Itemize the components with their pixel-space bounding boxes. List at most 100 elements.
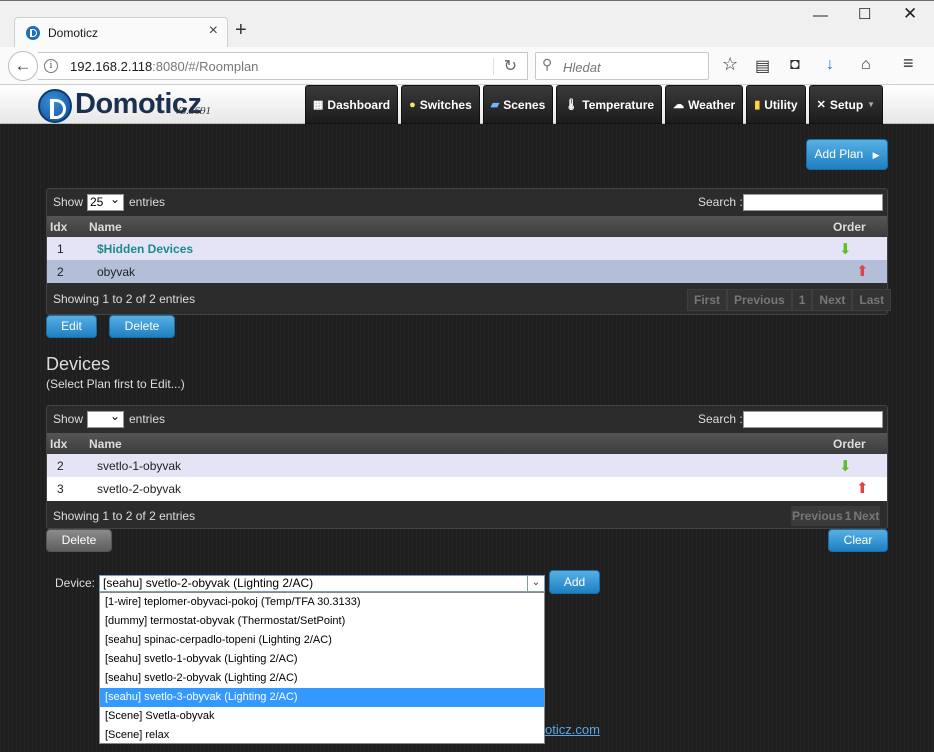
plans-table-header: Idx Name Order <box>47 216 887 237</box>
dropdown-option[interactable]: [Scene] Svetla-obyvak <box>100 707 544 726</box>
menu-temperature[interactable]: 🌡 Temperature <box>556 85 663 124</box>
menu-setup[interactable]: ✕ Setup ▼ <box>808 85 884 124</box>
col-name[interactable]: Name <box>89 437 122 451</box>
new-tab-icon[interactable]: + <box>235 20 247 40</box>
plans-search-input[interactable] <box>743 194 883 211</box>
pager-previous[interactable]: Previous <box>727 289 792 311</box>
menu-utility[interactable]: ▮ Utility <box>746 85 806 124</box>
weather-icon: ☁ <box>673 99 685 111</box>
menu-hamburger-icon[interactable]: ≡ <box>903 53 914 74</box>
table-row[interactable]: 3 svetlo-2-obyvak ⬆ <box>47 477 887 501</box>
table-row[interactable]: 2 obyvak ⬆ <box>47 260 887 283</box>
dropdown-option[interactable]: [dummy] termostat-obyvak (Thermostat/Set… <box>100 612 544 631</box>
delete-plan-button[interactable]: Delete <box>109 315 175 338</box>
edit-button[interactable]: Edit <box>46 315 97 338</box>
device-select[interactable]: [seahu] svetlo-2-obyvak (Lighting 2/AC) … <box>99 575 545 592</box>
entries-label: entries <box>129 412 166 426</box>
search-icon: ⚲ <box>542 56 553 72</box>
devices-table-top: Show entries Search : <box>47 406 887 433</box>
info-icon[interactable]: i <box>44 59 58 73</box>
home-icon[interactable]: ⌂ <box>861 56 871 74</box>
pager-last[interactable]: Last <box>852 289 892 311</box>
add-plan-button[interactable]: Add Plan ▶ <box>806 139 888 170</box>
browser-navbar: ← i 192.168.2.118:8080/#/Roomplan ↻ ⚲ Hl… <box>0 47 934 85</box>
reading-list-icon[interactable]: ▤ <box>755 56 770 76</box>
pocket-icon[interactable]: ◘ <box>790 56 800 74</box>
menu-label: Temperature <box>582 97 655 112</box>
footer-link[interactable]: oticz.com <box>545 722 600 737</box>
minimize-icon[interactable]: — <box>813 7 828 24</box>
pager-page-1[interactable]: 1 <box>791 289 813 311</box>
devices-info-text: Showing 1 to 2 of 2 entries <box>53 509 196 523</box>
clear-button[interactable]: Clear <box>828 529 888 552</box>
order-up-arrow-icon[interactable]: ⬆ <box>856 262 869 280</box>
menu-label: Switches <box>419 97 472 112</box>
menu-label: Weather <box>688 97 736 112</box>
browser-search-input[interactable]: ⚲ Hledat <box>535 52 709 80</box>
dropdown-option[interactable]: [1-wire] teplomer-obyvaci-pokoj (Temp/TF… <box>100 593 544 612</box>
plans-page-size-select[interactable]: 25 <box>87 192 124 211</box>
pager-next[interactable]: Next <box>852 506 881 526</box>
devices-page-size-select[interactable] <box>87 409 124 428</box>
app-version: V3.5691 <box>174 105 211 117</box>
main-content: Add Plan ▶ Show 25 entries Search : Idx … <box>0 124 934 752</box>
url-text: 192.168.2.118:8080/#/Roomplan <box>70 59 259 74</box>
col-order[interactable]: Order <box>833 437 866 451</box>
menu-switches[interactable]: ● Switches <box>401 85 480 124</box>
scenes-icon: ▰ <box>490 99 500 111</box>
menu-dashboard[interactable]: ▦ Dashboard <box>305 85 399 124</box>
menu-label: Setup <box>829 97 864 112</box>
entries-label: entries <box>129 195 166 209</box>
col-idx[interactable]: Idx <box>50 220 67 234</box>
col-order[interactable]: Order <box>833 220 866 234</box>
maximize-icon[interactable]: ☐ <box>858 5 871 23</box>
close-tab-icon[interactable]: × <box>209 22 218 40</box>
add-device-button[interactable]: Add <box>549 570 600 594</box>
pager-previous[interactable]: Previous <box>791 506 844 526</box>
dropdown-option[interactable]: [seahu] svetlo-2-obyvak (Lighting 2/AC) <box>100 669 544 688</box>
back-arrow-icon[interactable]: ← <box>8 51 38 81</box>
row-name: svetlo-1-obyvak <box>97 459 182 473</box>
reload-icon[interactable]: ↻ <box>504 56 517 76</box>
order-down-arrow-icon[interactable]: ⬇ <box>839 457 852 475</box>
chevron-down-icon[interactable]: ⌄ <box>527 576 544 591</box>
table-row[interactable]: 2 svetlo-1-obyvak ⬇ <box>47 454 887 477</box>
app-header: Domoticz V3.5691 ▦ Dashboard ● Switches ▰ S… <box>0 85 934 124</box>
pager-first[interactable]: First <box>687 289 728 311</box>
page-size-value: 25 <box>90 195 104 209</box>
delete-device-button[interactable]: Delete <box>46 529 112 552</box>
dropdown-option[interactable]: [seahu] spinac-cerpadlo-topeni (Lighting… <box>100 631 544 650</box>
devices-title: Devices <box>46 354 111 374</box>
row-name: $Hidden Devices <box>97 242 194 256</box>
dropdown-option[interactable]: [seahu] svetlo-1-obyvak (Lighting 2/AC) <box>100 650 544 669</box>
window-close-icon[interactable]: ✕ <box>903 4 917 24</box>
menu-weather[interactable]: ☁ Weather <box>665 85 744 124</box>
menu-label: Dashboard <box>327 97 391 112</box>
tab-title: Domoticz <box>48 26 99 40</box>
order-down-arrow-icon[interactable]: ⬇ <box>839 240 852 258</box>
pager-page-1[interactable]: 1 <box>843 506 853 526</box>
order-up-arrow-icon[interactable]: ⬆ <box>856 479 869 497</box>
devices-table-panel: Show entries Search : Idx Name Order 2 s… <box>46 405 888 529</box>
dashboard-icon: ▦ <box>313 99 324 111</box>
devices-search-input[interactable] <box>743 411 883 428</box>
col-idx[interactable]: Idx <box>50 437 67 451</box>
row-idx: 3 <box>57 482 64 496</box>
domoticz-logo-icon[interactable] <box>38 89 72 123</box>
bookmark-star-icon[interactable]: ☆ <box>722 54 738 75</box>
plans-table-top: Show 25 entries Search : <box>47 189 887 216</box>
device-dropdown-list: [1-wire] teplomer-obyvaci-pokoj (Temp/TF… <box>99 592 545 744</box>
row-name: svetlo-2-obyvak <box>97 482 182 496</box>
table-row[interactable]: 1 $Hidden Devices ⬇ <box>47 237 887 260</box>
address-bar[interactable]: i 192.168.2.118:8080/#/Roomplan ↻ <box>38 52 528 80</box>
url-separator <box>493 58 494 75</box>
pager-next[interactable]: Next <box>812 289 853 311</box>
dropdown-option-highlighted[interactable]: [seahu] svetlo-3-obyvak (Lighting 2/AC) <box>100 688 544 707</box>
col-name[interactable]: Name <box>89 220 122 234</box>
dropdown-option[interactable]: [Scene] relax <box>100 726 544 745</box>
menu-scenes[interactable]: ▰ Scenes <box>482 85 554 124</box>
browser-tab[interactable]: Domoticz × <box>14 17 228 48</box>
devices-table-header: Idx Name Order <box>47 433 887 454</box>
download-icon[interactable]: ↓ <box>826 56 834 74</box>
domoticz-favicon-icon <box>26 26 40 40</box>
